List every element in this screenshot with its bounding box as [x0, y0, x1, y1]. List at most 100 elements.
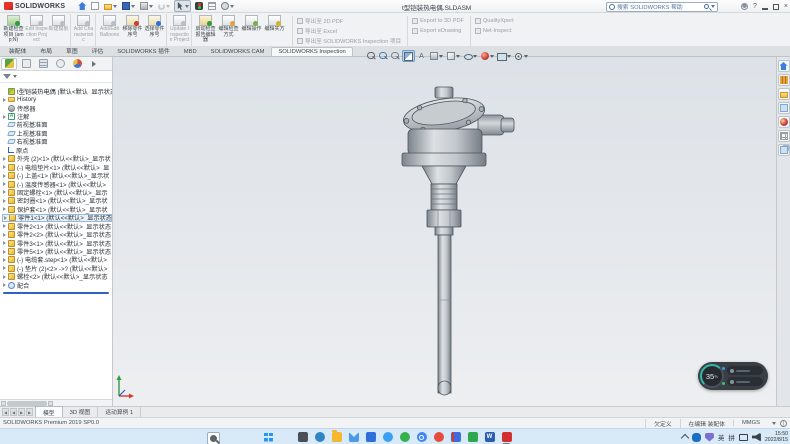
- chevron-down-icon[interactable]: [711, 5, 715, 8]
- panel-tab[interactable]: [35, 58, 51, 70]
- taskbar-app-icon[interactable]: [347, 431, 360, 444]
- panel-tab[interactable]: [86, 58, 102, 70]
- feature-tree-item[interactable]: 外壳 (2)<1> (默认<<默认>_显示状: [2, 155, 112, 163]
- taskbar-app-icon[interactable]: [313, 431, 326, 444]
- overlay-button-bottom[interactable]: [727, 377, 763, 386]
- ribbon-button[interactable]: Edit Inspection Project: [25, 14, 48, 46]
- taskbar-app-icon[interactable]: [381, 431, 394, 444]
- view-tool-button[interactable]: [445, 50, 461, 62]
- chevron-down-icon[interactable]: [772, 422, 776, 425]
- feature-tree-item[interactable]: 原点: [2, 146, 112, 154]
- ribbon-tab[interactable]: 草图: [59, 44, 85, 56]
- quick-access-button[interactable]: [121, 1, 136, 11]
- quick-access-button[interactable]: [220, 1, 235, 11]
- recorder-overlay[interactable]: 35%: [698, 362, 768, 390]
- globe-icon[interactable]: [780, 420, 787, 427]
- taskbar-app-icon[interactable]: W: [483, 431, 496, 444]
- expand-arrow-icon[interactable]: [3, 224, 6, 228]
- tray-chevron-icon[interactable]: [681, 434, 689, 442]
- tab-nav-button[interactable]: ▶: [18, 408, 25, 416]
- expand-arrow-icon[interactable]: [3, 174, 6, 178]
- export-menu-item[interactable]: Export eDrawing: [412, 26, 464, 35]
- task-pane-tab[interactable]: [778, 102, 790, 114]
- tab-nav-button[interactable]: ◀: [10, 408, 17, 416]
- network-icon[interactable]: [739, 434, 748, 441]
- volume-icon[interactable]: [752, 433, 761, 442]
- ribbon-button[interactable]: Add Characteristic: [73, 14, 96, 46]
- feature-tree-item[interactable]: t型铠装热电偶 (默认<默认_显示状态-1: [2, 87, 112, 95]
- expand-arrow-icon[interactable]: [3, 233, 6, 237]
- taskbar-app-icon[interactable]: [415, 431, 428, 444]
- feature-tree-item[interactable]: 注解: [2, 112, 112, 120]
- quick-access-button[interactable]: [194, 1, 204, 11]
- task-pane-tab[interactable]: [778, 130, 790, 142]
- feature-tree-item[interactable]: 螺栓<2> (默认<<默认>_显示状态: [2, 273, 112, 281]
- ribbon-button[interactable]: 新建模板: [48, 14, 71, 46]
- feature-tree-item[interactable]: 配合: [2, 281, 112, 289]
- help-search-box[interactable]: 搜索 SOLIDWORKS 帮助: [606, 2, 718, 12]
- feature-tree-item[interactable]: 上视基准面: [2, 129, 112, 137]
- export-menu-item[interactable]: 导出至 Excel: [297, 26, 401, 35]
- ribbon-button[interactable]: Add/Edit Balloons: [98, 14, 121, 46]
- expand-arrow-icon[interactable]: [3, 165, 6, 169]
- view-tool-button[interactable]: [402, 50, 415, 62]
- expand-arrow-icon[interactable]: [3, 266, 6, 270]
- ribbon-button[interactable]: 新建检查项目 (amp;N): [2, 14, 25, 46]
- feature-tree-item[interactable]: 零件2<2> (默认<<默认>_显示状态: [2, 230, 112, 238]
- scroll-right-icon[interactable]: [48, 401, 53, 406]
- feature-tree-item[interactable]: 前视基准面: [2, 121, 112, 129]
- close-button[interactable]: ×: [784, 3, 788, 10]
- view-tool-button[interactable]: [366, 50, 377, 62]
- restore-button[interactable]: [773, 4, 779, 10]
- expand-arrow-icon[interactable]: [3, 207, 6, 211]
- view-tool-button[interactable]: [416, 50, 427, 62]
- task-pane-tab[interactable]: [778, 60, 790, 72]
- expand-arrow-icon[interactable]: [3, 98, 6, 102]
- user-account-icon[interactable]: [741, 3, 748, 10]
- feature-tree-item[interactable]: (-) 温度传感器<1> (默认<<默认>_: [2, 180, 112, 188]
- security-shield-icon[interactable]: [705, 433, 714, 442]
- ribbon-button[interactable]: 编辑检查方式: [217, 14, 240, 46]
- ribbon-button[interactable]: 编辑实方: [263, 14, 286, 46]
- feature-tree-item[interactable]: 传感器: [2, 104, 112, 112]
- view-tool-button[interactable]: [378, 50, 389, 62]
- ribbon-tab[interactable]: SOLIDWORKS Inspection: [271, 47, 352, 56]
- expand-arrow-icon[interactable]: [3, 283, 6, 287]
- feature-tree-item[interactable]: 零件2<1> (默认<<默认>_显示状态: [2, 222, 112, 230]
- export-menu-item[interactable]: 导出至 2D PDF: [297, 16, 401, 25]
- quick-access-button[interactable]: [90, 1, 100, 11]
- scroll-left-icon[interactable]: [1, 401, 6, 406]
- scrollbar-thumb[interactable]: [7, 401, 47, 406]
- onedrive-icon[interactable]: [692, 433, 701, 442]
- view-tool-button[interactable]: [462, 50, 478, 62]
- tab-nav-button[interactable]: ▶: [26, 408, 33, 416]
- overlay-button-top[interactable]: [727, 366, 763, 375]
- tree-filter-row[interactable]: [0, 71, 112, 83]
- task-pane-tab[interactable]: [778, 144, 790, 156]
- taskbar-app-icon[interactable]: [398, 431, 411, 444]
- taskbar-app-icon[interactable]: [330, 431, 343, 444]
- taskbar-app-icon[interactable]: [296, 431, 309, 444]
- quick-access-button[interactable]: [77, 1, 87, 11]
- minimize-button[interactable]: [762, 8, 768, 10]
- help-button[interactable]: ?: [753, 3, 757, 10]
- view-tool-button[interactable]: [496, 50, 512, 62]
- ribbon-button[interactable]: 选择零件序号: [144, 14, 167, 46]
- view-tool-button[interactable]: [428, 50, 444, 62]
- expand-arrow-icon[interactable]: [3, 190, 6, 194]
- feature-tree-item[interactable]: 零件3<1> (默认<<默认>_显示状态: [2, 239, 112, 247]
- ime-language-indicator[interactable]: 英: [718, 432, 725, 442]
- taskbar-app-icon[interactable]: [500, 431, 513, 444]
- expand-arrow-icon[interactable]: [3, 157, 6, 161]
- view-tool-button[interactable]: [390, 50, 401, 62]
- horizontal-scrollbar[interactable]: [0, 399, 112, 406]
- feature-tree-item[interactable]: (-) 电缆套.step<1> (默认<<默认>: [2, 256, 112, 264]
- ribbon-tab[interactable]: SOLIDWORKS CAM: [204, 47, 272, 56]
- feature-tree-item[interactable]: (-) 电缆垫片<1> (默认<<默认>_显: [2, 163, 112, 171]
- taskbar-app-icon[interactable]: [364, 431, 377, 444]
- feature-tree-item[interactable]: 零件5<1> (默认<<默认>_显示状态: [2, 247, 112, 255]
- feature-tree-item[interactable]: 固定螺栓<1> (默认<<默认>_显示: [2, 188, 112, 196]
- quick-access-button[interactable]: [139, 1, 154, 11]
- view-tool-button[interactable]: [513, 50, 529, 62]
- taskbar-app-icon[interactable]: [207, 432, 220, 444]
